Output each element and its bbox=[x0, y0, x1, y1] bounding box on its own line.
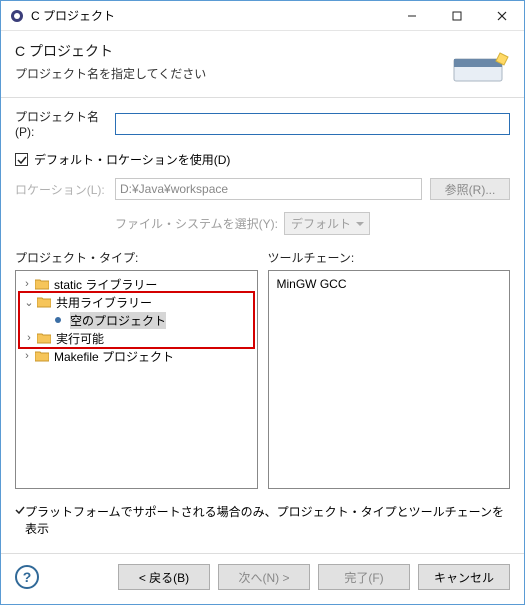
toolchain-column: ツールチェーン: MinGW GCC bbox=[268, 249, 511, 489]
location-input bbox=[115, 178, 422, 200]
app-icon bbox=[9, 8, 25, 24]
chevron-right-icon[interactable]: › bbox=[20, 278, 34, 290]
tree-item[interactable]: › Makefile プロジェクト bbox=[18, 347, 255, 365]
checkbox-checked-icon bbox=[15, 504, 25, 518]
project-name-row: プロジェクト名(P): bbox=[15, 108, 510, 139]
platform-filter-checkbox[interactable]: プラットフォームでサポートされる場合のみ、プロジェクト・タイプとツールチェーンを… bbox=[15, 503, 510, 537]
wizard-footer: ? < 戻る(B) 次へ(N) > 完了(F) キャンセル bbox=[1, 554, 524, 604]
toolchain-caption: ツールチェーン: bbox=[268, 249, 511, 266]
default-location-label: デフォルト・ロケーションを使用(D) bbox=[34, 151, 230, 168]
wizard-title: C プロジェクト bbox=[15, 41, 438, 61]
platform-filter-label: プラットフォームでサポートされる場合のみ、プロジェクト・タイプとツールチェーンを… bbox=[25, 503, 510, 537]
minimize-button[interactable] bbox=[389, 1, 434, 30]
back-button[interactable]: < 戻る(B) bbox=[118, 564, 210, 590]
project-type-column: プロジェクト・タイプ: › static ライブラリー ⌄ 共用ライブラリー空のプロジ… bbox=[15, 249, 258, 489]
wizard-header: C プロジェクト プロジェクト名を指定してください bbox=[1, 31, 524, 98]
chevron-down-icon[interactable]: ⌄ bbox=[22, 296, 36, 309]
wizard-subtitle: プロジェクト名を指定してください bbox=[15, 65, 438, 82]
help-button[interactable]: ? bbox=[15, 565, 39, 589]
folder-icon bbox=[36, 332, 52, 344]
next-button: 次へ(N) > bbox=[218, 564, 310, 590]
filesystem-combo: デフォルト bbox=[284, 212, 370, 235]
location-label: ロケーション(L): bbox=[15, 181, 115, 198]
project-name-label: プロジェクト名(P): bbox=[15, 108, 115, 139]
folder-icon bbox=[36, 296, 52, 308]
project-icon bbox=[50, 315, 66, 325]
location-row: ロケーション(L): 参照(R)... bbox=[15, 178, 510, 200]
maximize-button[interactable] bbox=[434, 1, 479, 30]
default-location-checkbox[interactable]: デフォルト・ロケーションを使用(D) bbox=[15, 151, 510, 168]
browse-button: 参照(R)... bbox=[430, 178, 510, 200]
columns: プロジェクト・タイプ: › static ライブラリー ⌄ 共用ライブラリー空のプロジ… bbox=[15, 249, 510, 489]
project-type-tree[interactable]: › static ライブラリー ⌄ 共用ライブラリー空のプロジェクト › 実行可能 › Mak… bbox=[15, 270, 258, 489]
folder-icon bbox=[34, 278, 50, 290]
chevron-right-icon[interactable]: › bbox=[20, 350, 34, 362]
titlebar: C プロジェクト bbox=[1, 1, 524, 31]
wizard-banner-icon bbox=[446, 41, 510, 89]
tree-item-label: static ライブラリー bbox=[54, 276, 157, 293]
tree-item[interactable]: 空のプロジェクト bbox=[20, 311, 253, 329]
folder-icon bbox=[34, 350, 50, 362]
dialog-window: C プロジェクト C プロジェクト プロジェクト名を指定してください プロジェク… bbox=[0, 0, 525, 605]
finish-button: 完了(F) bbox=[318, 564, 410, 590]
project-type-caption: プロジェクト・タイプ: bbox=[15, 249, 258, 266]
tree-item-label: 空のプロジェクト bbox=[70, 312, 166, 329]
toolchain-list[interactable]: MinGW GCC bbox=[268, 270, 511, 489]
chevron-right-icon[interactable]: › bbox=[22, 332, 36, 344]
tree-item-label: 実行可能 bbox=[56, 330, 104, 347]
wizard-body: プロジェクト名(P): デフォルト・ロケーションを使用(D) ロケーション(L)… bbox=[1, 98, 524, 554]
close-button[interactable] bbox=[479, 1, 524, 30]
filesystem-label: ファイル・システムを選択(Y): bbox=[115, 215, 278, 232]
toolchain-item[interactable]: MinGW GCC bbox=[271, 275, 508, 293]
cancel-button[interactable]: キャンセル bbox=[418, 564, 510, 590]
tree-item-label: Makefile プロジェクト bbox=[54, 348, 174, 365]
filesystem-row: ファイル・システムを選択(Y): デフォルト bbox=[115, 212, 510, 235]
tree-item[interactable]: ⌄ 共用ライブラリー bbox=[20, 293, 253, 311]
window-title: C プロジェクト bbox=[31, 7, 389, 24]
highlight-box: ⌄ 共用ライブラリー空のプロジェクト › 実行可能 bbox=[18, 291, 255, 349]
tree-item-label: 共用ライブラリー bbox=[56, 294, 152, 311]
checkbox-checked-icon bbox=[15, 153, 28, 166]
project-name-input[interactable] bbox=[115, 113, 510, 135]
tree-item[interactable]: › 実行可能 bbox=[20, 329, 253, 347]
